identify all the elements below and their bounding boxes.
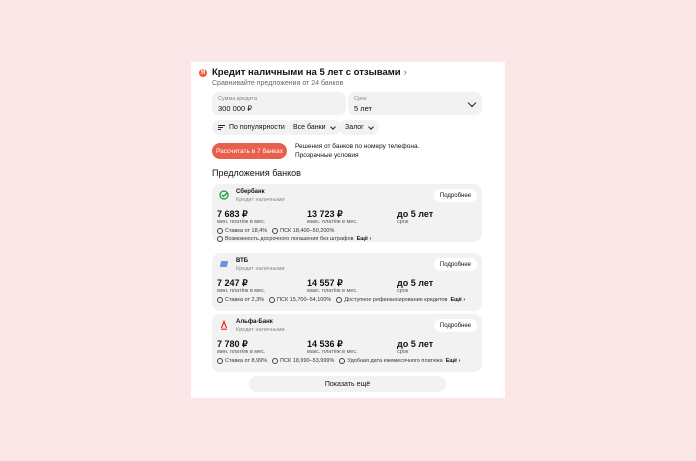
collateral-dropdown[interactable]: Залог xyxy=(339,120,379,135)
percent-icon xyxy=(217,297,223,303)
term-value: до 5 лет xyxy=(397,278,434,288)
feature-text: Доступное рефинансирование кредитов xyxy=(344,297,448,303)
psk-text: ПСК 15,700–54,100% xyxy=(277,297,332,303)
psk-text: ПСК 18,400–50,200% xyxy=(280,228,335,234)
credit-widget: Я Кредит наличными на 5 лет с отзывами › … xyxy=(191,62,505,398)
term-label: срок xyxy=(397,288,409,294)
rate-text: Ставка от 18,4% xyxy=(225,228,268,234)
banks-label: Все банки xyxy=(293,124,326,131)
widget-subtitle: Сравнивайте предложения от 24 банков xyxy=(212,80,344,87)
payment-max-label: макс. платёж в мес. xyxy=(307,219,358,225)
term-label: срок xyxy=(397,219,409,225)
term-value[interactable]: 5 лет xyxy=(354,104,372,113)
show-more-button[interactable]: Показать ещё xyxy=(249,376,446,392)
info-icon xyxy=(269,297,276,303)
calendar-icon xyxy=(339,358,346,364)
bank-name: Сбербанк xyxy=(236,189,265,195)
rate-info: Ставка от 8,99% ПСК 18,990–53,999% Удобн… xyxy=(217,358,460,364)
info-icon xyxy=(272,358,279,364)
product-name: Кредит наличными xyxy=(236,266,285,272)
chevron-right-icon: › xyxy=(403,67,407,78)
details-button[interactable]: Подробнее xyxy=(433,189,477,202)
more-link[interactable]: Ещё › xyxy=(357,236,372,242)
offer-card-sberbank[interactable]: Сбербанк Кредит наличными Подробнее 7 68… xyxy=(212,184,482,242)
feature-text: Возможность досрочного погашения без штр… xyxy=(225,236,354,242)
offer-card-alfabank[interactable]: Альфа-Банк Кредит наличными Подробнее 7 … xyxy=(212,314,482,372)
feature-text: Удобная дата ежемесячного платежа xyxy=(347,358,443,364)
details-button[interactable]: Подробнее xyxy=(433,258,477,271)
vtb-logo-icon xyxy=(220,261,228,267)
percent-icon xyxy=(217,358,223,364)
details-button[interactable]: Подробнее xyxy=(433,319,477,332)
more-link[interactable]: Ещё › xyxy=(450,297,465,303)
payment-min-label: мин. платёж в мес. xyxy=(217,349,266,355)
term-label: срок xyxy=(397,349,409,355)
refresh-icon xyxy=(336,297,343,303)
rate-info: Ставка от 18,4% ПСК 18,400–50,200% xyxy=(217,228,334,234)
calculate-button[interactable]: Рассчитать в 7 банках xyxy=(212,143,287,159)
section-title: Предложения банков xyxy=(212,168,301,178)
collateral-label: Залог xyxy=(345,124,364,131)
widget-title-link[interactable]: Кредит наличными на 5 лет с отзывами › xyxy=(212,67,407,78)
info-icon xyxy=(272,228,279,234)
amount-value[interactable]: 300 000 ₽ xyxy=(218,104,252,113)
amount-label: Сумма кредита xyxy=(218,96,258,102)
sort-dropdown[interactable]: По популярности xyxy=(212,120,291,135)
term-value: до 5 лет xyxy=(397,209,434,219)
sort-label: По популярности xyxy=(229,124,285,131)
term-value: до 5 лет xyxy=(397,339,434,349)
psk-text: ПСК 18,990–53,999% xyxy=(280,358,335,364)
chevron-down-icon xyxy=(367,123,374,130)
yandex-logo-icon: Я xyxy=(199,69,207,77)
payment-min-label: мин. платёж в мес. xyxy=(217,288,266,294)
banks-dropdown[interactable]: Все банки xyxy=(287,120,341,135)
term-select[interactable]: Срок 5 лет xyxy=(348,92,482,115)
rate-text: Ставка от 2,3% xyxy=(225,297,265,303)
term-label: Срок xyxy=(354,96,367,102)
offer-card-vtb[interactable]: ВТБ Кредит наличными Подробнее 7 247 ₽ м… xyxy=(212,253,482,311)
chevron-down-icon xyxy=(467,98,477,108)
amount-field[interactable]: Сумма кредита 300 000 ₽ xyxy=(212,92,346,115)
feature-info: Возможность досрочного погашения без штр… xyxy=(217,236,371,242)
payment-max-label: макс. платёж в мес. xyxy=(307,349,358,355)
payment-max-label: макс. платёж в мес. xyxy=(307,288,358,294)
sort-icon xyxy=(218,123,225,131)
bank-name: Альфа-Банк xyxy=(236,319,273,325)
widget-title[interactable]: Кредит наличными на 5 лет с отзывами xyxy=(212,67,401,78)
product-name: Кредит наличными xyxy=(236,197,285,203)
rate-text: Ставка от 8,99% xyxy=(225,358,268,364)
chat-icon xyxy=(217,236,223,242)
more-link[interactable]: Ещё › xyxy=(446,358,461,364)
percent-icon xyxy=(217,228,223,234)
sberbank-logo-icon xyxy=(219,190,229,200)
product-name: Кредит наличными xyxy=(236,327,285,333)
chevron-down-icon xyxy=(329,123,336,130)
payment-min-label: мин. платёж в мес. xyxy=(217,219,266,225)
rate-info: Ставка от 2,3% ПСК 15,700–54,100% Доступ… xyxy=(217,297,465,303)
calculate-note: Решения от банков по номеру телефона. Пр… xyxy=(295,143,420,159)
alfabank-logo-icon xyxy=(220,320,228,330)
bank-name: ВТБ xyxy=(236,258,249,264)
